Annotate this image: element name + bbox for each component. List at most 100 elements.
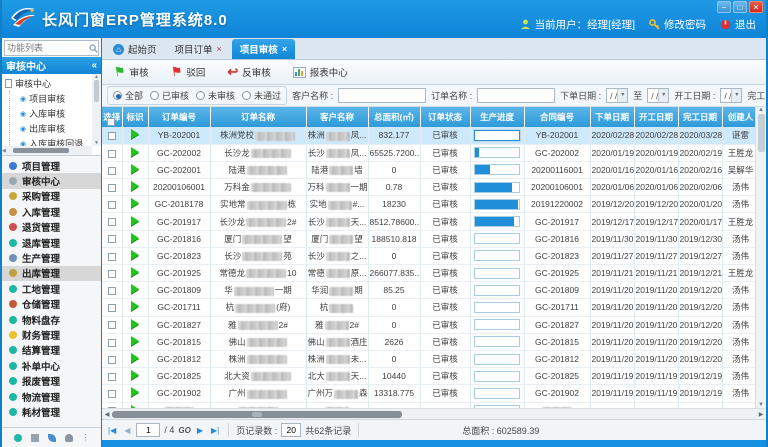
row-checkbox[interactable]	[108, 201, 116, 209]
minimize-button[interactable]: −	[717, 1, 731, 13]
table-row-partial[interactable]	[102, 402, 759, 408]
scrollbar-thumb[interactable]	[112, 411, 402, 418]
tree-node-2[interactable]: ◉出库审核	[20, 121, 92, 136]
sidebar-item-8[interactable]: 工地管理	[2, 281, 101, 296]
table-row[interactable]: 20200106001万科金万科一期0.78已审核202001060012020…	[102, 179, 759, 196]
customer-name-input[interactable]	[338, 88, 426, 103]
person-icon[interactable]	[65, 434, 73, 442]
sidebar-item-5[interactable]: 退库管理	[2, 235, 101, 250]
row-checkbox[interactable]	[108, 167, 116, 175]
column-header-12[interactable]: 创建人	[722, 107, 759, 127]
column-header-11[interactable]: 完工日期	[678, 107, 722, 127]
status-radio-3[interactable]: 未通过	[242, 89, 281, 102]
page-number-input[interactable]	[136, 423, 160, 437]
column-header-10[interactable]: 开工日期	[634, 107, 678, 127]
toolbar-button-2[interactable]: ↩反审核	[223, 63, 274, 81]
row-checkbox[interactable]	[108, 287, 116, 295]
close-button[interactable]: ✕	[749, 1, 763, 13]
row-checkbox[interactable]	[108, 339, 116, 347]
sidebar-item-16[interactable]: 耗材管理	[2, 404, 101, 419]
status-radio-2[interactable]: 未审核	[196, 89, 235, 102]
sidebar-item-1[interactable]: 审核中心	[2, 173, 101, 188]
tree-node-0[interactable]: ◉项目审核	[20, 91, 92, 106]
first-page-button[interactable]: |◀	[106, 426, 118, 435]
page-size-input[interactable]	[281, 423, 301, 437]
row-checkbox[interactable]	[108, 373, 116, 381]
table-row[interactable]: YB-202001株洲党校株洲凤...832.177已审核YB-20200120…	[102, 127, 759, 144]
sidebar-item-14[interactable]: 报废管理	[2, 373, 101, 388]
current-user[interactable]: 当前用户：经理[经理]	[520, 17, 635, 32]
status-radio-1[interactable]: 已审核	[150, 89, 189, 102]
tab-1[interactable]: 项目订单×	[167, 39, 230, 59]
sidebar-item-11[interactable]: 财务管理	[2, 327, 101, 342]
row-checkbox[interactable]	[108, 235, 116, 243]
column-header-9[interactable]: 下单日期	[590, 107, 634, 127]
column-header-6[interactable]: 订单状态	[420, 107, 470, 127]
status-radio-0[interactable]: 全部	[113, 89, 143, 102]
dot-icon[interactable]	[14, 434, 22, 442]
table-row[interactable]: GC-201816厦门望厦门望188510.818已审核GC-201816201…	[102, 230, 759, 247]
maximize-button[interactable]: □	[733, 1, 747, 13]
last-page-button[interactable]: ▶|	[209, 426, 221, 435]
sidebar-item-4[interactable]: 退货管理	[2, 220, 101, 235]
scroll-left-icon[interactable]: ◀	[2, 148, 6, 154]
column-header-3[interactable]: 订单名称	[210, 107, 306, 127]
column-header-8[interactable]: 合同编号	[524, 107, 590, 127]
table-row[interactable]: GC-201925常德龙10常德原...266077.835...已审核GC-2…	[102, 265, 759, 282]
table-row[interactable]: GC-201917长沙龙2#长沙天...8512.78600...已审核GC-2…	[102, 213, 759, 230]
function-search-input[interactable]	[5, 43, 89, 53]
tree-horizontal-scrollbar[interactable]: ◀	[2, 146, 92, 155]
collapse-panel-icon[interactable]: «	[91, 60, 97, 71]
grid-horizontal-scrollbar[interactable]: ◀ ▶	[102, 408, 766, 419]
tree-node-root[interactable]: 审核中心	[5, 76, 92, 91]
grid-vertical-scrollbar[interactable]: ▲▼	[755, 107, 766, 408]
start-date-picker[interactable]: / /▾	[720, 88, 742, 103]
tab-close-icon[interactable]: ×	[282, 44, 287, 54]
table-row[interactable]: GC-201711杭(府)杭0已审核GC-2017112019/11/20201…	[102, 299, 759, 316]
row-checkbox[interactable]	[108, 390, 116, 398]
order-date-from-picker[interactable]: / /▾	[606, 88, 628, 103]
sidebar-item-7[interactable]: 出库管理	[2, 266, 101, 281]
toolbar-button-0[interactable]: ⚑审核	[110, 63, 153, 81]
sidebar-item-13[interactable]: 补单中心	[2, 358, 101, 373]
row-checkbox[interactable]	[108, 253, 116, 261]
column-header-4[interactable]: 客户名称	[306, 107, 368, 127]
table-row[interactable]: GC-201902广州广州万森林13318.775已审核GC-201902201…	[102, 385, 759, 402]
sidebar-item-0[interactable]: 项目管理	[2, 158, 101, 173]
leaf-icon[interactable]	[48, 434, 56, 442]
calendar-dropdown-icon[interactable]: ▾	[658, 89, 668, 102]
row-checkbox[interactable]	[108, 356, 116, 364]
table-row[interactable]: GC-201823长沙苑长沙之...0已审核GC-2018232019/11/2…	[102, 247, 759, 264]
column-header-1[interactable]: 标识	[122, 107, 148, 127]
row-checkbox[interactable]	[108, 132, 116, 140]
cart-icon[interactable]	[31, 434, 39, 442]
more-icon[interactable]: ⋮	[82, 434, 90, 442]
column-header-7[interactable]: 生产进度	[470, 107, 524, 127]
next-page-button[interactable]: ▶	[195, 426, 205, 435]
toolbar-button-3[interactable]: 报表中心	[289, 63, 352, 81]
row-checkbox[interactable]	[108, 321, 116, 329]
scroll-down-icon[interactable]: ▼	[758, 402, 764, 408]
scroll-up-icon[interactable]: ▲	[758, 107, 764, 113]
order-name-input[interactable]	[477, 88, 555, 103]
table-row[interactable]: GC-201827雅2#雅2#0已审核GC-2018272019/11/2020…	[102, 316, 759, 333]
column-header-2[interactable]: 订单编号	[148, 107, 210, 127]
table-row[interactable]: GC-201815佛山佛山酒庄2626已审核GC-2018152019/11/2…	[102, 333, 759, 350]
calendar-dropdown-icon[interactable]: ▾	[617, 89, 627, 102]
sidebar-item-10[interactable]: 物料盘存	[2, 312, 101, 327]
row-checkbox[interactable]	[108, 150, 116, 158]
change-password-button[interactable]: 修改密码	[649, 17, 706, 32]
row-checkbox[interactable]	[108, 184, 116, 192]
order-date-to-picker[interactable]: / /▾	[647, 88, 669, 103]
tree-vertical-scrollbar[interactable]: ▲▼	[92, 74, 101, 146]
toolbar-button-1[interactable]: ⚑驳回	[167, 63, 210, 81]
tree-node-1[interactable]: ◉入库审核	[20, 106, 92, 121]
tab-close-icon[interactable]: ×	[217, 44, 222, 54]
table-row[interactable]: GC-202001陆港陆港墙0已审核202001160012020/01/162…	[102, 161, 759, 178]
table-row[interactable]: GC-201812株洲株洲未...0已审核GC-2018122019/11/20…	[102, 350, 759, 367]
select-all-checkbox[interactable]	[107, 118, 115, 126]
scroll-down-icon[interactable]: ▼	[94, 140, 99, 146]
sidebar-item-2[interactable]: 采购管理	[2, 189, 101, 204]
column-header-5[interactable]: 总面积(㎡)	[368, 107, 420, 127]
sidebar-item-12[interactable]: 结算管理	[2, 343, 101, 358]
